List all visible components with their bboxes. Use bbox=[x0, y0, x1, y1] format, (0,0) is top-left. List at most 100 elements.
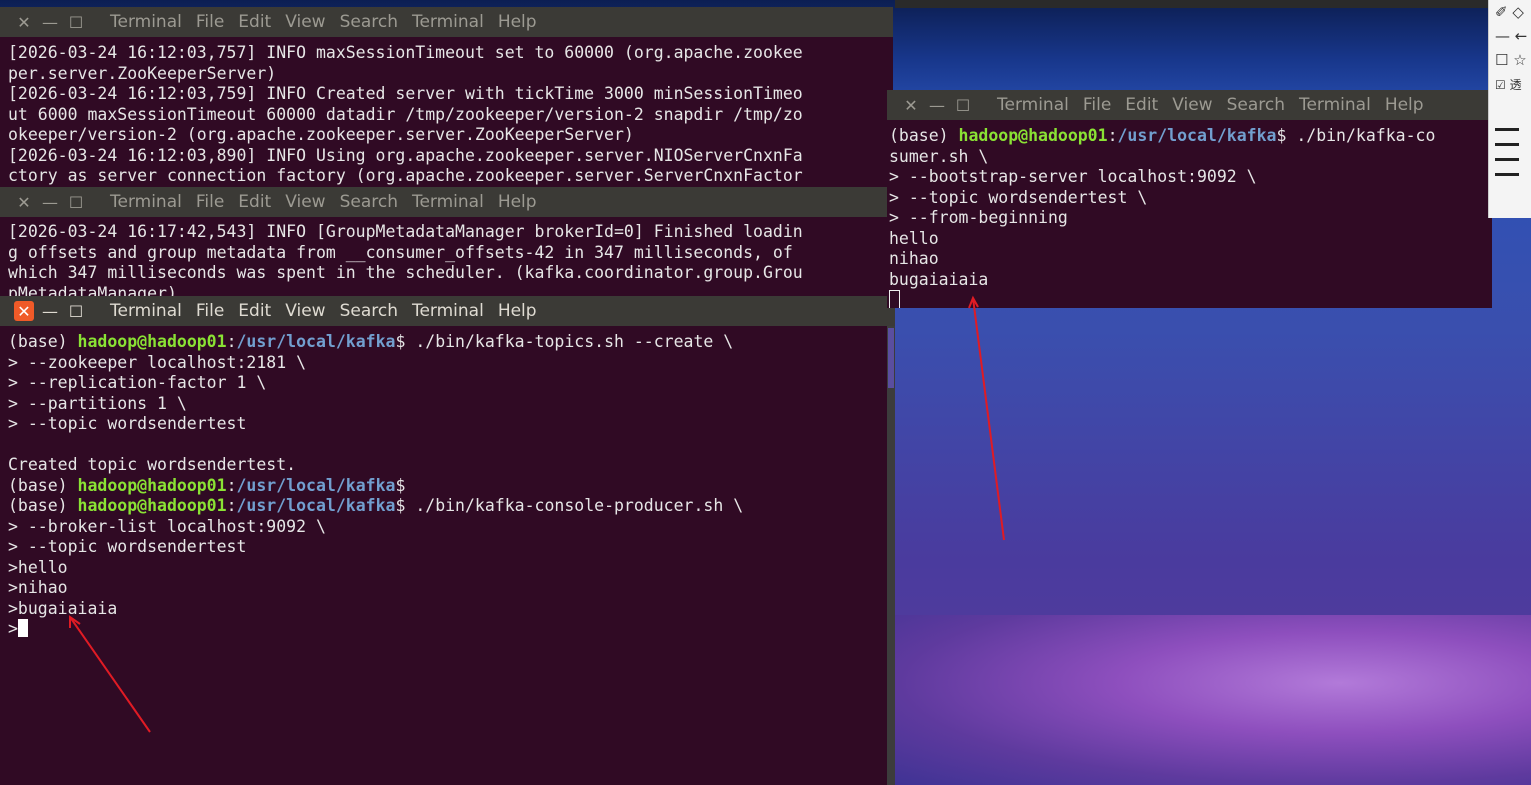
menu-terminal[interactable]: Terminal bbox=[412, 301, 484, 321]
command-text: ./bin/kafka-console-producer.sh \ bbox=[405, 496, 744, 515]
close-icon[interactable]: ✕ bbox=[14, 12, 34, 32]
menu-view[interactable]: View bbox=[285, 301, 325, 321]
terminal-output: [2026-03-24 16:17:42,543] INFO [GroupMet… bbox=[8, 222, 881, 297]
log-line: [2026-03-24 16:17:42,543] INFO [GroupMet… bbox=[8, 222, 803, 241]
output-line: > --broker-list localhost:9092 \ bbox=[8, 516, 326, 536]
log-line: [2026-03-24 16:12:03,890] INFO Using org… bbox=[8, 145, 803, 165]
titlebar: ✕ — ☐ Terminal File Edit View Search Ter… bbox=[0, 7, 893, 37]
menu-bar: Terminal File Edit View Search Terminal … bbox=[110, 12, 551, 32]
menu-bar: Terminal File Edit View Search Terminal … bbox=[110, 301, 551, 321]
maximize-icon[interactable]: ☐ bbox=[66, 192, 86, 212]
menu-file[interactable]: File bbox=[196, 12, 224, 32]
menu-file[interactable]: File bbox=[1083, 95, 1111, 115]
minimize-icon[interactable]: — bbox=[40, 192, 60, 212]
command-text: ./bin/kafka-topics.sh --create \ bbox=[405, 332, 734, 351]
transparent-checkbox-row[interactable]: ☑ 透 bbox=[1489, 72, 1531, 96]
titlebar: ✕ — ☐ Terminal File Edit View Search Ter… bbox=[887, 90, 1492, 120]
log-line: [2026-03-24 16:12:03,759] INFO Created s… bbox=[8, 84, 803, 103]
prompt-line: (base) hadoop@hadoop01:/usr/local/kafka$ bbox=[8, 475, 406, 495]
menu-terminal-title[interactable]: Terminal bbox=[997, 95, 1069, 115]
menu-file[interactable]: File bbox=[196, 301, 224, 321]
output-line: > --topic wordsendertest \ bbox=[889, 187, 1148, 207]
text-cursor bbox=[889, 290, 900, 308]
log-line: g offsets and group metadata from __cons… bbox=[8, 242, 793, 262]
log-line: ut 6000 maxSessionTimeout 60000 datadir … bbox=[8, 104, 803, 124]
output-line: > --from-beginning bbox=[889, 208, 1068, 227]
menu-search[interactable]: Search bbox=[1227, 95, 1285, 115]
menu-edit[interactable]: Edit bbox=[238, 192, 271, 212]
terminal-output[interactable]: (base) hadoop@hadoop01:/usr/local/kafka$… bbox=[8, 332, 883, 640]
output-line: > --topic wordsendertest bbox=[8, 537, 247, 556]
pencil-tool-row[interactable]: ✐ ◇ bbox=[1489, 0, 1531, 24]
log-line: ctory as server connection factory (org.… bbox=[8, 166, 803, 185]
menu-search[interactable]: Search bbox=[340, 301, 398, 321]
output-line: sumer.sh \ bbox=[889, 146, 989, 166]
menu-terminal-title[interactable]: Terminal bbox=[110, 192, 182, 212]
prompt-line: (base) hadoop@hadoop01:/usr/local/kafka$… bbox=[8, 332, 734, 351]
menu-help[interactable]: Help bbox=[498, 12, 537, 32]
menu-edit[interactable]: Edit bbox=[238, 12, 271, 32]
terminal-window-consumer[interactable]: ✕ — ☐ Terminal File Edit View Search Ter… bbox=[887, 90, 1492, 308]
wallpaper-glow bbox=[895, 615, 1531, 785]
output-line: > --bootstrap-server localhost:9092 \ bbox=[889, 167, 1257, 186]
menu-help[interactable]: Help bbox=[498, 192, 537, 212]
minimize-icon[interactable]: — bbox=[927, 95, 947, 115]
output-line: > --replication-factor 1 \ bbox=[8, 373, 267, 392]
menu-terminal[interactable]: Terminal bbox=[412, 12, 484, 32]
menu-file[interactable]: File bbox=[196, 192, 224, 212]
output-line: > --topic wordsendertest bbox=[8, 414, 247, 433]
minimize-icon[interactable]: — bbox=[40, 301, 60, 321]
maximize-icon[interactable]: ☐ bbox=[66, 301, 86, 321]
prompt-line: (base) hadoop@hadoop01:/usr/local/kafka$… bbox=[889, 126, 1436, 145]
maximize-icon[interactable]: ☐ bbox=[66, 12, 86, 32]
menu-terminal[interactable]: Terminal bbox=[1299, 95, 1371, 115]
titlebar: ✕ — ☐ Terminal File Edit View Search Ter… bbox=[0, 187, 893, 217]
output-line: nihao bbox=[889, 249, 939, 268]
menu-search[interactable]: Search bbox=[340, 192, 398, 212]
menu-edit[interactable]: Edit bbox=[238, 301, 271, 321]
menu-terminal-title[interactable]: Terminal bbox=[110, 301, 182, 321]
close-icon[interactable]: ✕ bbox=[14, 301, 34, 321]
scrollbar-thumb[interactable] bbox=[888, 328, 894, 388]
output-line: hello bbox=[889, 228, 939, 248]
titlebar: ✕ — ☐ Terminal File Edit View Search Ter… bbox=[0, 296, 895, 326]
menu-help[interactable]: Help bbox=[498, 301, 537, 321]
scrollbar[interactable] bbox=[887, 326, 895, 785]
top-panel-strip bbox=[895, 0, 1531, 8]
log-line: pMetadataManager) bbox=[8, 283, 177, 298]
menu-help[interactable]: Help bbox=[1385, 95, 1424, 115]
floating-tool-panel[interactable]: ✐ ◇ — ← ☐ ☆ ☑ 透 bbox=[1488, 0, 1531, 218]
log-line: [2026-03-24 16:12:03,757] INFO maxSessio… bbox=[8, 43, 803, 62]
input-line: > bbox=[8, 619, 883, 640]
close-icon[interactable]: ✕ bbox=[901, 95, 921, 115]
menu-edit[interactable]: Edit bbox=[1125, 95, 1158, 115]
line-tool-row[interactable]: — ← bbox=[1489, 24, 1531, 48]
output-line: > --partitions 1 \ bbox=[8, 393, 187, 413]
log-line: which 347 milliseconds was spent in the … bbox=[8, 263, 803, 282]
close-icon[interactable]: ✕ bbox=[14, 192, 34, 212]
terminal-output: [2026-03-24 16:12:03,757] INFO maxSessio… bbox=[8, 43, 881, 187]
command-text: ./bin/kafka-co bbox=[1286, 126, 1436, 145]
menu-search[interactable]: Search bbox=[340, 12, 398, 32]
output-line: > --zookeeper localhost:2181 \ bbox=[8, 352, 307, 372]
terminal-window-kafka-server[interactable]: ✕ — ☐ Terminal File Edit View Search Ter… bbox=[0, 187, 893, 297]
minimize-icon[interactable]: — bbox=[40, 12, 60, 32]
terminal-window-producer[interactable]: ✕ — ☐ Terminal File Edit View Search Ter… bbox=[0, 296, 895, 785]
terminal-output[interactable]: (base) hadoop@hadoop01:/usr/local/kafka$… bbox=[889, 126, 1480, 308]
menu-view[interactable]: View bbox=[285, 192, 325, 212]
menu-terminal-title[interactable]: Terminal bbox=[110, 12, 182, 32]
output-line: bugaiaiaia bbox=[889, 269, 989, 289]
menu-view[interactable]: View bbox=[285, 12, 325, 32]
menu-view[interactable]: View bbox=[1172, 95, 1212, 115]
output-line: >bugaiaiaia bbox=[8, 598, 118, 618]
text-cursor bbox=[17, 619, 28, 637]
prompt-line: (base) hadoop@hadoop01:/usr/local/kafka$… bbox=[8, 496, 744, 515]
log-line: per.server.ZooKeeperServer) bbox=[8, 63, 277, 83]
terminal-window-zookeeper[interactable]: ✕ — ☐ Terminal File Edit View Search Ter… bbox=[0, 7, 893, 188]
menu-terminal[interactable]: Terminal bbox=[412, 192, 484, 212]
line-width-icon[interactable] bbox=[1495, 128, 1525, 188]
menu-bar: Terminal File Edit View Search Terminal … bbox=[110, 192, 551, 212]
maximize-icon[interactable]: ☐ bbox=[953, 95, 973, 115]
output-line: Created topic wordsendertest. bbox=[8, 455, 297, 474]
rect-tool-row[interactable]: ☐ ☆ bbox=[1489, 48, 1531, 72]
